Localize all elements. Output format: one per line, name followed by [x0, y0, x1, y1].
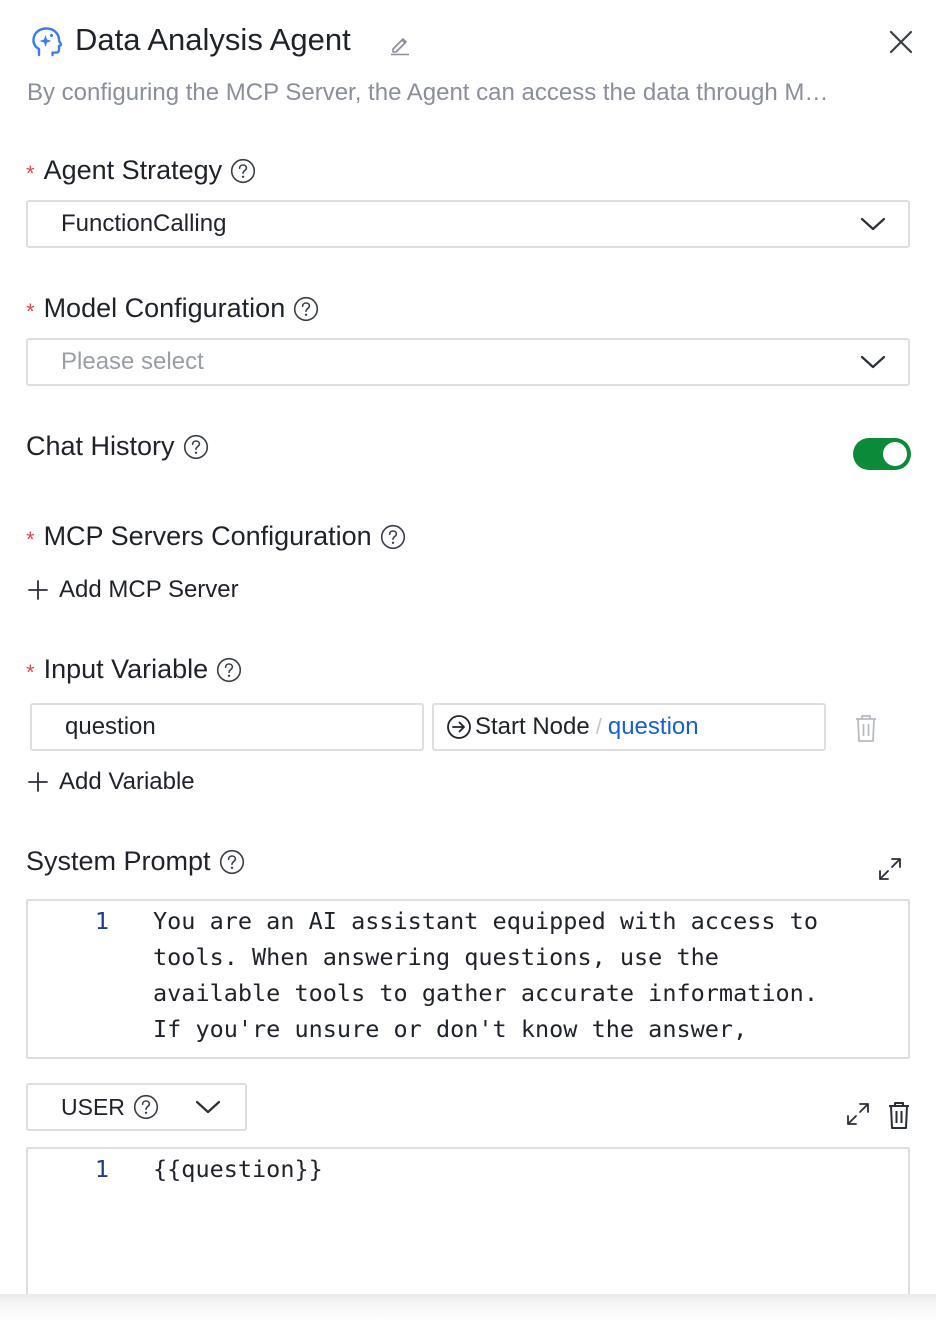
- code-line: You are an AI assistant equipped with ac…: [153, 907, 818, 935]
- variable-name-value: question: [65, 713, 156, 740]
- agent-description: By configuring the MCP Server, the Agent…: [27, 79, 829, 106]
- chat-history-label: Chat History: [26, 431, 209, 462]
- chevron-down-icon: [860, 217, 886, 231]
- add-variable-label: Add Variable: [59, 768, 195, 795]
- help-icon[interactable]: [183, 434, 209, 460]
- agent-strategy-label: * Agent Strategy: [26, 155, 256, 186]
- agent-config-panel: Data Analysis Agent By configuring the M…: [0, 0, 936, 1307]
- model-configuration-select[interactable]: Please select: [26, 338, 910, 386]
- close-icon[interactable]: [886, 27, 916, 57]
- code-line: tools. When answering questions, use the: [153, 943, 719, 971]
- message-role-select[interactable]: USER: [26, 1083, 247, 1131]
- required-mark: *: [26, 160, 35, 186]
- code-line: {{question}}: [153, 1155, 323, 1183]
- chat-history-label-text: Chat History: [26, 431, 175, 461]
- help-icon[interactable]: [230, 158, 256, 184]
- toggle-knob: [883, 442, 907, 466]
- agent-title: Data Analysis Agent: [75, 22, 351, 57]
- add-mcp-server-button[interactable]: Add MCP Server: [27, 576, 239, 604]
- trash-icon[interactable]: [853, 713, 879, 743]
- expand-icon[interactable]: [845, 1101, 871, 1127]
- code-line: If you're unsure or don't know the answe…: [153, 1015, 748, 1043]
- panel-bottom-shadow: [0, 1294, 936, 1322]
- reference-variable-name: question: [607, 713, 699, 740]
- input-variable-label-text: Input Variable: [43, 654, 209, 684]
- agent-strategy-select[interactable]: FunctionCalling: [26, 200, 910, 248]
- help-icon[interactable]: [380, 524, 406, 550]
- edit-icon[interactable]: [388, 32, 412, 56]
- add-mcp-server-label: Add MCP Server: [59, 576, 239, 603]
- input-variable-label: * Input Variable: [26, 654, 242, 685]
- message-role-value: USER: [61, 1093, 125, 1120]
- variable-reference-selector[interactable]: Start Node / question: [432, 703, 826, 751]
- help-icon[interactable]: [133, 1094, 159, 1120]
- model-configuration-placeholder: Please select: [61, 348, 204, 375]
- chevron-down-icon: [195, 1100, 221, 1114]
- mcp-servers-label: * MCP Servers Configuration: [26, 521, 406, 552]
- add-variable-button[interactable]: Add Variable: [27, 768, 195, 796]
- user-message-editor[interactable]: 1 {{question}}: [26, 1147, 910, 1307]
- agent-strategy-label-text: Agent Strategy: [43, 155, 223, 185]
- help-icon[interactable]: [293, 296, 319, 322]
- reference-separator: /: [595, 714, 602, 739]
- variable-name-input[interactable]: question: [30, 703, 424, 751]
- plus-icon: [28, 580, 48, 600]
- model-configuration-label-text: Model Configuration: [43, 293, 286, 323]
- line-number: 1: [94, 907, 110, 935]
- reference-arrow-icon: [447, 715, 471, 739]
- help-icon[interactable]: [216, 657, 242, 683]
- system-prompt-label: System Prompt: [26, 846, 245, 877]
- required-mark: *: [26, 526, 35, 552]
- trash-icon[interactable]: [886, 1100, 912, 1130]
- agent-strategy-value: FunctionCalling: [61, 210, 227, 237]
- required-mark: *: [26, 298, 35, 324]
- required-mark: *: [26, 659, 35, 685]
- line-number: 1: [94, 1155, 110, 1183]
- expand-icon[interactable]: [877, 856, 903, 882]
- help-icon[interactable]: [219, 849, 245, 875]
- system-prompt-label-text: System Prompt: [26, 846, 211, 876]
- chevron-down-icon: [860, 355, 886, 369]
- code-line: available tools to gather accurate infor…: [153, 979, 818, 1007]
- model-configuration-label: * Model Configuration: [26, 293, 319, 324]
- plus-icon: [28, 772, 48, 792]
- mcp-servers-label-text: MCP Servers Configuration: [43, 521, 372, 551]
- chat-history-toggle[interactable]: [853, 438, 911, 470]
- reference-node-name: Start Node: [475, 713, 590, 740]
- system-prompt-editor[interactable]: 1 You are an AI assistant equipped with …: [26, 899, 910, 1059]
- agent-head-icon: [32, 27, 63, 57]
